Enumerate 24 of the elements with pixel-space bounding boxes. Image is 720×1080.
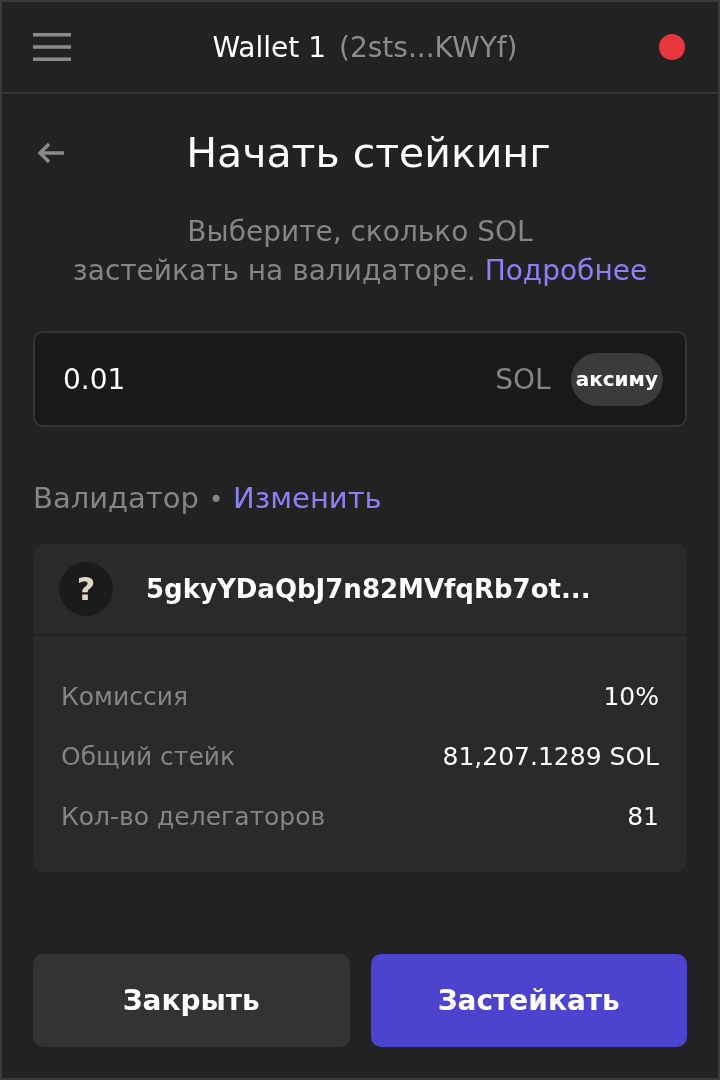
close-button[interactable]: Закрыть <box>33 954 350 1047</box>
validator-label: Валидатор <box>33 483 199 513</box>
status-dot-icon <box>659 34 685 60</box>
validator-avatar: ? <box>59 562 113 616</box>
page-title: Начать стейкинг <box>186 128 552 178</box>
menu-icon[interactable] <box>33 33 71 61</box>
unit-label: SOL <box>495 362 551 396</box>
wallet-address: (2sts...KWYf) <box>339 30 518 64</box>
stat-value: 81,207.1289 SOL <box>442 741 659 771</box>
description-text: Выберите, сколько SOL застейкать на валидаторе. Подробнее <box>71 214 649 289</box>
max-button[interactable]: аксиму <box>570 352 663 406</box>
stat-label: Общий стейк <box>61 741 236 771</box>
stake-button[interactable]: Застейкать <box>370 954 687 1047</box>
stat-value: 81 <box>627 801 659 831</box>
wallet-name[interactable]: Wallet 1 <box>212 30 326 64</box>
learn-more-link[interactable]: Подробнее <box>484 254 648 287</box>
stat-value: 10% <box>603 681 659 711</box>
stat-label: Комиссия <box>61 681 188 711</box>
separator-dot: • <box>208 485 224 515</box>
back-arrow-icon[interactable] <box>36 141 66 165</box>
change-link[interactable]: Изменить <box>233 483 382 513</box>
amount-input[interactable]: 0.01 SOL аксиму <box>33 331 687 427</box>
validator-name: 5gkyYDaQbJ7n82MVfqRb7ot... <box>146 574 591 604</box>
stat-label: Кол-во делегаторов <box>61 801 326 831</box>
